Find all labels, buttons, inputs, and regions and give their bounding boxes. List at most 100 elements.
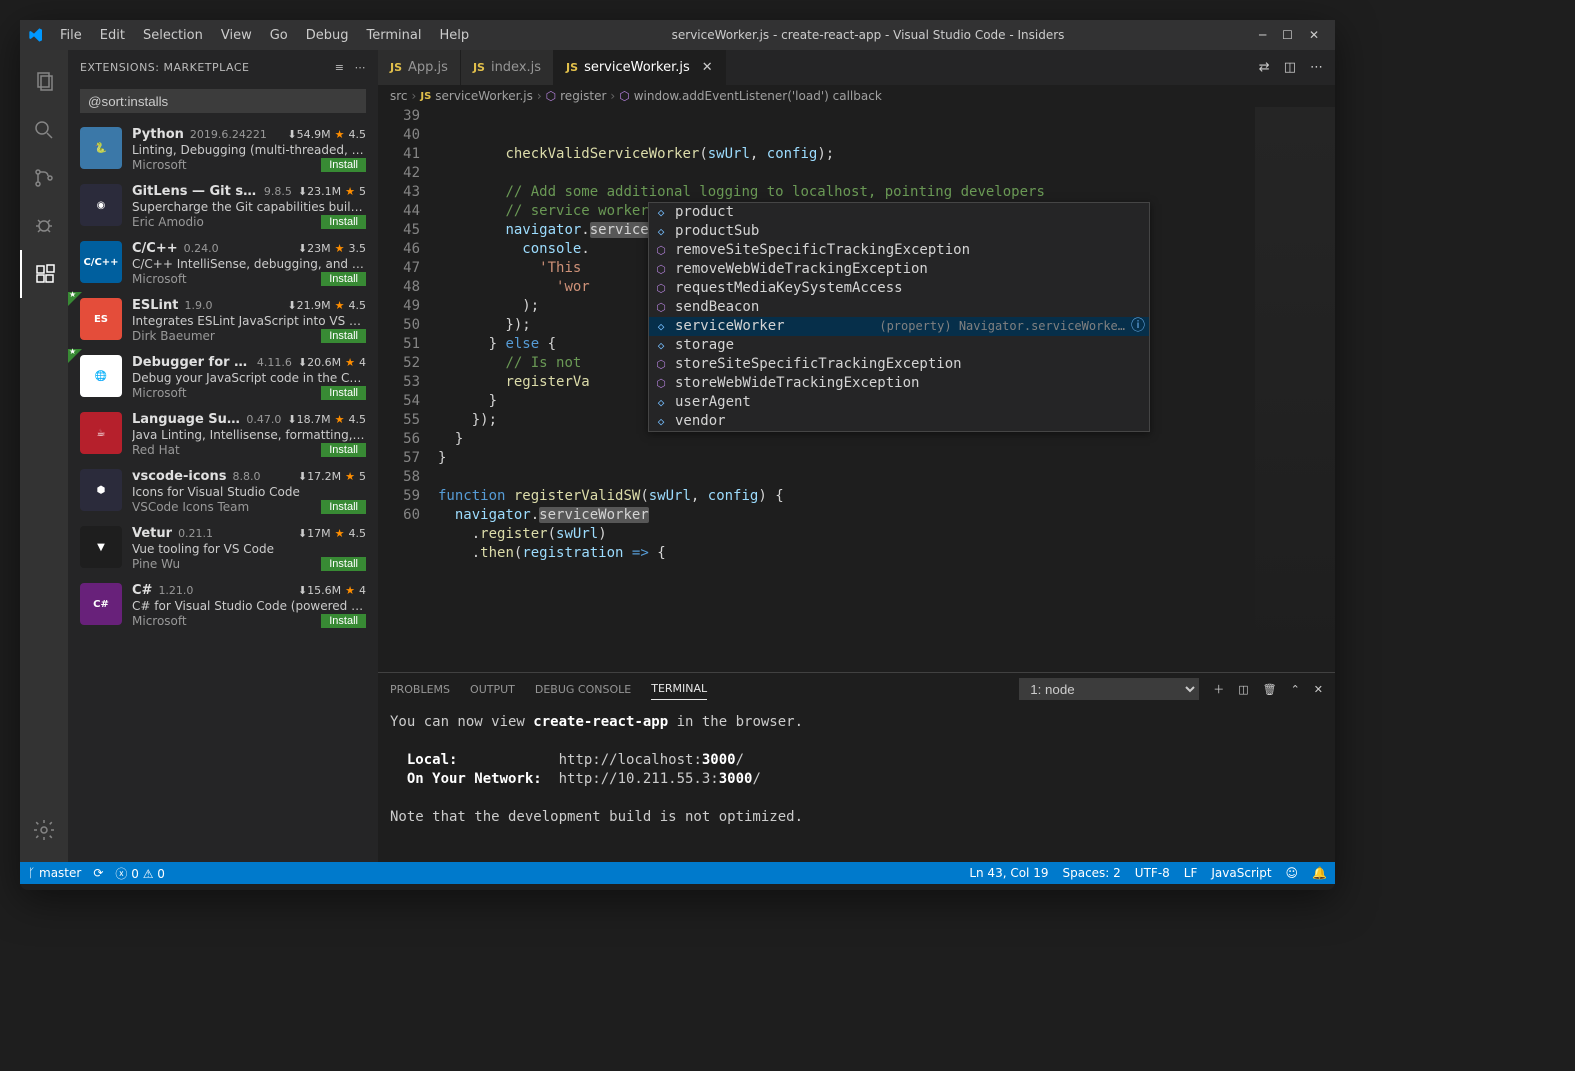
- close-icon[interactable]: ✕: [702, 60, 713, 75]
- menu-debug[interactable]: Debug: [298, 24, 357, 47]
- breadcrumb-symbol[interactable]: window.addEventListener('load') callback: [634, 89, 882, 103]
- debug-icon[interactable]: [20, 202, 68, 250]
- breadcrumb-file[interactable]: serviceWorker.js: [435, 89, 533, 103]
- extension-item[interactable]: C#C#1.21.0⬇15.6M ★ 4C# for Visual Studio…: [68, 577, 378, 634]
- code-content[interactable]: checkValidServiceWorker(swUrl, config); …: [438, 107, 1335, 672]
- menu-terminal[interactable]: Terminal: [359, 24, 430, 47]
- extension-item[interactable]: ▼Vetur0.21.1⬇17M ★ 4.5Vue tooling for VS…: [68, 520, 378, 577]
- suggest-label: sendBeacon: [675, 298, 759, 317]
- code-line[interactable]: }: [438, 430, 1335, 449]
- close-button[interactable]: ✕: [1309, 28, 1319, 42]
- maximize-button[interactable]: ☐: [1282, 28, 1293, 42]
- suggest-item[interactable]: ⬡storeWebWideTrackingException: [649, 374, 1149, 393]
- code-line[interactable]: [438, 164, 1335, 183]
- install-button[interactable]: Install: [321, 614, 366, 628]
- install-button[interactable]: Install: [321, 443, 366, 457]
- code-line[interactable]: }: [438, 449, 1335, 468]
- editor-tab[interactable]: JSindex.js: [461, 50, 554, 85]
- breadcrumbs[interactable]: src › JS serviceWorker.js › ⬡ register ›…: [378, 85, 1335, 107]
- info-icon[interactable]: ⓘ: [1131, 317, 1145, 336]
- editor-tab[interactable]: JSserviceWorker.js✕: [554, 50, 726, 85]
- menu-help[interactable]: Help: [431, 24, 477, 47]
- minimize-button[interactable]: ─: [1259, 28, 1266, 42]
- suggest-item[interactable]: ◇storage: [649, 336, 1149, 355]
- panel-tab-terminal[interactable]: TERMINAL: [651, 678, 707, 700]
- suggest-item[interactable]: ⬡storeSiteSpecificTrackingException: [649, 355, 1149, 374]
- suggest-item[interactable]: ◇serviceWorker(property) Navigator.servi…: [649, 317, 1149, 336]
- editor-tab[interactable]: JSApp.js: [378, 50, 461, 85]
- breadcrumb-symbol[interactable]: register: [560, 89, 606, 103]
- extensions-search-input[interactable]: [80, 89, 366, 113]
- install-button[interactable]: Install: [321, 557, 366, 571]
- code-line[interactable]: .register(swUrl): [438, 525, 1335, 544]
- install-button[interactable]: Install: [321, 329, 366, 343]
- extension-item[interactable]: ☕Language Supp…0.47.0⬇18.7M ★ 4.5Java Li…: [68, 406, 378, 463]
- extension-item[interactable]: 🐍Python2019.6.24221⬇54.9M ★ 4.5Linting, …: [68, 121, 378, 178]
- panel-tab-problems[interactable]: PROBLEMS: [390, 679, 450, 700]
- extension-item[interactable]: ESESLint1.9.0⬇21.9M ★ 4.5Integrates ESLi…: [68, 292, 378, 349]
- install-button[interactable]: Install: [321, 272, 366, 286]
- install-button[interactable]: Install: [321, 215, 366, 229]
- code-editor[interactable]: 3940414243444546474849505152535455565758…: [378, 107, 1335, 672]
- cursor-position[interactable]: Ln 43, Col 19: [969, 866, 1048, 880]
- feedback-icon[interactable]: ☺: [1286, 866, 1299, 880]
- install-button[interactable]: Install: [321, 158, 366, 172]
- code-line[interactable]: function registerValidSW(swUrl, config) …: [438, 487, 1335, 506]
- suggest-item[interactable]: ◇userAgent: [649, 393, 1149, 412]
- menu-file[interactable]: File: [52, 24, 90, 47]
- notifications-icon[interactable]: 🔔: [1312, 866, 1327, 880]
- menu-view[interactable]: View: [213, 24, 260, 47]
- suggest-item[interactable]: ⬡removeWebWideTrackingException: [649, 260, 1149, 279]
- suggest-item[interactable]: ◇productSub: [649, 222, 1149, 241]
- breadcrumb-folder[interactable]: src: [390, 89, 408, 103]
- menu-selection[interactable]: Selection: [135, 24, 211, 47]
- encoding-status[interactable]: UTF-8: [1135, 866, 1170, 880]
- search-icon[interactable]: [20, 106, 68, 154]
- split-editor-icon[interactable]: ◫: [1284, 60, 1296, 75]
- explorer-icon[interactable]: [20, 58, 68, 106]
- editor-area: JSApp.jsJSindex.jsJSserviceWorker.js✕ ⇄ ◫ ⋯…: [378, 50, 1335, 862]
- code-line[interactable]: [438, 468, 1335, 487]
- terminal-content[interactable]: You can now view create-react-app in the…: [378, 705, 1335, 862]
- code-line[interactable]: // Add some additional logging to localh…: [438, 183, 1335, 202]
- terminal-select[interactable]: 1: node: [1019, 678, 1199, 700]
- suggest-item[interactable]: ⬡sendBeacon: [649, 298, 1149, 317]
- code-line[interactable]: checkValidServiceWorker(swUrl, config);: [438, 145, 1335, 164]
- install-button[interactable]: Install: [321, 500, 366, 514]
- menu-edit[interactable]: Edit: [92, 24, 133, 47]
- panel-tab-output[interactable]: OUTPUT: [470, 679, 515, 700]
- minimap[interactable]: [1255, 107, 1335, 672]
- suggest-widget[interactable]: ◇product◇productSub⬡removeSiteSpecificTr…: [648, 202, 1150, 432]
- extension-item[interactable]: C/C++C/C++0.24.0⬇23M ★ 3.5C/C++ IntelliS…: [68, 235, 378, 292]
- suggest-item[interactable]: ◇product: [649, 203, 1149, 222]
- install-button[interactable]: Install: [321, 386, 366, 400]
- suggest-item[interactable]: ⬡requestMediaKeySystemAccess: [649, 279, 1149, 298]
- extension-item[interactable]: 🌐Debugger for Ch…4.11.6⬇20.6M ★ 4Debug y…: [68, 349, 378, 406]
- source-control-icon[interactable]: [20, 154, 68, 202]
- problems-status[interactable]: ⓧ 0 ⚠ 0: [115, 865, 165, 882]
- extension-item[interactable]: ⬢vscode-icons8.8.0⬇17.2M ★ 5Icons for Vi…: [68, 463, 378, 520]
- extensions-icon[interactable]: [20, 250, 68, 298]
- menu-go[interactable]: Go: [262, 24, 296, 47]
- filter-icon[interactable]: ≡: [335, 61, 345, 74]
- code-line[interactable]: .then(registration => {: [438, 544, 1335, 563]
- maximize-panel-icon[interactable]: ⌃: [1291, 683, 1300, 696]
- more-icon[interactable]: ⋯: [355, 61, 367, 74]
- close-panel-icon[interactable]: ✕: [1314, 683, 1323, 696]
- compare-icon[interactable]: ⇄: [1259, 60, 1270, 75]
- language-status[interactable]: JavaScript: [1211, 866, 1271, 880]
- more-icon[interactable]: ⋯: [1310, 60, 1323, 75]
- code-line[interactable]: navigator.serviceWorker: [438, 506, 1335, 525]
- git-branch[interactable]: ᚴ master: [28, 866, 81, 880]
- indent-status[interactable]: Spaces: 2: [1062, 866, 1120, 880]
- kill-terminal-icon[interactable]: 🗑: [1263, 683, 1277, 696]
- new-terminal-icon[interactable]: ＋: [1213, 681, 1224, 697]
- settings-gear-icon[interactable]: [20, 806, 68, 854]
- sync-icon[interactable]: ⟳: [93, 866, 103, 880]
- panel-tab-debug-console[interactable]: DEBUG CONSOLE: [535, 679, 631, 700]
- split-terminal-icon[interactable]: ◫: [1238, 683, 1248, 696]
- eol-status[interactable]: LF: [1184, 866, 1198, 880]
- suggest-item[interactable]: ◇vendor: [649, 412, 1149, 431]
- suggest-item[interactable]: ⬡removeSiteSpecificTrackingException: [649, 241, 1149, 260]
- extension-item[interactable]: ◉GitLens — Git sup…9.8.5⬇23.1M ★ 5Superc…: [68, 178, 378, 235]
